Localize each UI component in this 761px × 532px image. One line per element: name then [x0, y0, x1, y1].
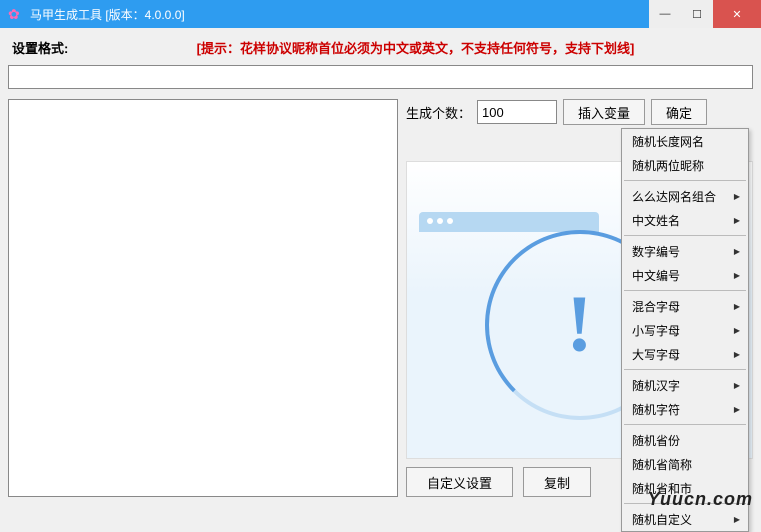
copy-button[interactable]: 复制 [523, 467, 591, 497]
menu-random-hanzi[interactable]: 随机汉字 [622, 373, 748, 397]
window-title: 马甲生成工具 [版本：4.0.0.0] [30, 6, 649, 23]
confirm-button[interactable]: 确定 [651, 99, 707, 125]
menu-lowercase-letters[interactable]: 小写字母 [622, 318, 748, 342]
menu-random-char[interactable]: 随机字符 [622, 397, 748, 421]
menu-random-province[interactable]: 随机省份 [622, 428, 748, 452]
menu-memeda-combo[interactable]: 么么达网名组合 [622, 184, 748, 208]
count-input[interactable] [477, 100, 557, 124]
menu-chinese-index[interactable]: 中文编号 [622, 263, 748, 287]
watermark-text: Yuucn.com [648, 489, 753, 510]
output-textarea[interactable] [8, 99, 398, 497]
exclamation-icon: ! [566, 279, 593, 370]
titlebar: 马甲生成工具 [版本：4.0.0.0] — ☐ ✕ [0, 0, 761, 28]
app-logo-icon [8, 6, 24, 22]
maximize-button[interactable]: ☐ [681, 0, 713, 28]
format-hint: [提示：花样协议昵称首位必须为中文或英文，不支持任何符号，支持下划线] [82, 38, 749, 57]
menu-random-custom[interactable]: 随机自定义 [622, 507, 748, 531]
menu-separator [624, 424, 746, 425]
format-label: 设置格式: [12, 38, 82, 57]
count-label: 生成个数： [406, 103, 471, 122]
menu-separator [624, 180, 746, 181]
menu-random-two-nickname[interactable]: 随机两位昵称 [622, 153, 748, 177]
menu-number-index[interactable]: 数字编号 [622, 239, 748, 263]
close-button[interactable]: ✕ [713, 0, 761, 28]
menu-random-province-short[interactable]: 随机省简称 [622, 452, 748, 476]
minimize-button[interactable]: — [649, 0, 681, 28]
menu-chinese-name[interactable]: 中文姓名 [622, 208, 748, 232]
menu-separator [624, 369, 746, 370]
menu-random-length-name[interactable]: 随机长度网名 [622, 129, 748, 153]
variable-dropdown-menu: 随机长度网名 随机两位昵称 么么达网名组合 中文姓名 数字编号 中文编号 混合字… [621, 128, 749, 532]
menu-uppercase-letters[interactable]: 大写字母 [622, 342, 748, 366]
format-input[interactable] [8, 65, 753, 89]
menu-separator [624, 290, 746, 291]
insert-variable-button[interactable]: 插入变量 [563, 99, 645, 125]
custom-settings-button[interactable]: 自定义设置 [406, 467, 513, 497]
menu-mixed-letters[interactable]: 混合字母 [622, 294, 748, 318]
browser-icon [419, 212, 599, 232]
menu-separator [624, 235, 746, 236]
